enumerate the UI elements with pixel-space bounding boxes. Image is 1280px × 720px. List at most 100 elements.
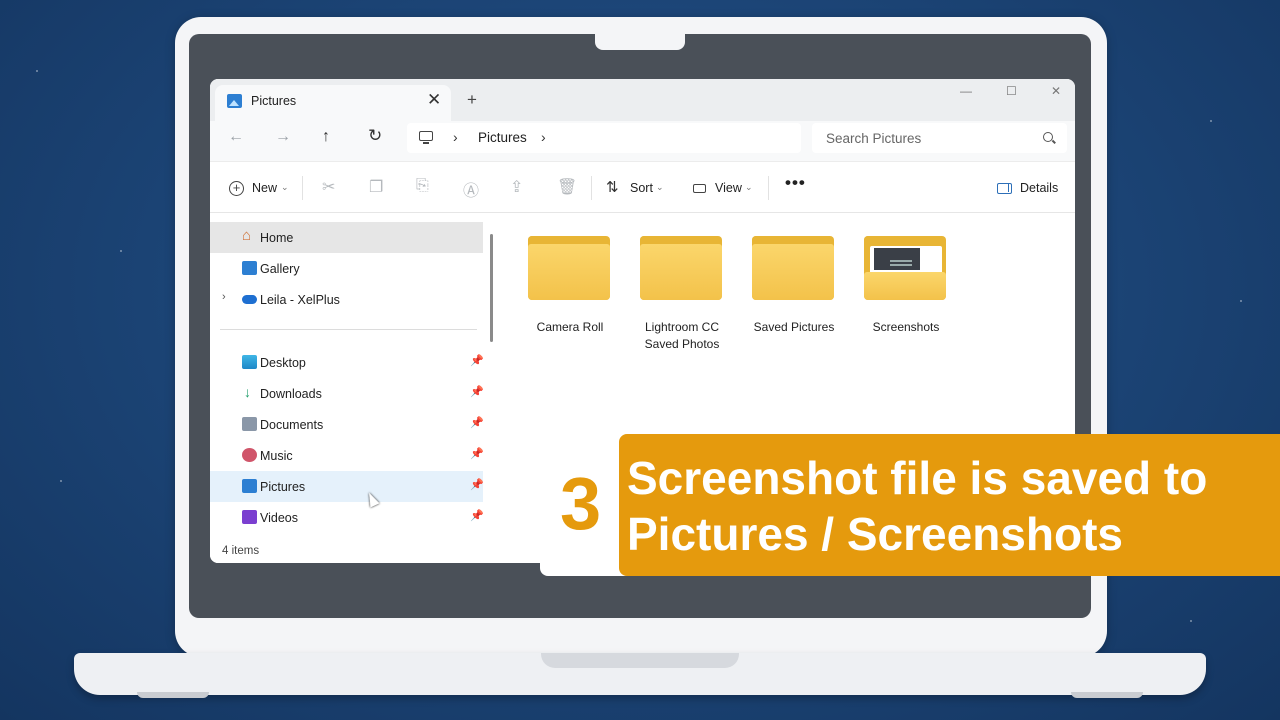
maximize-button[interactable]: ☐ [1006,84,1017,98]
search-input[interactable]: Search Pictures [812,123,1067,153]
sort-icon[interactable]: ⇅ [606,178,619,196]
pictures-icon [242,479,257,493]
documents-icon [242,417,257,431]
folder-name: Screenshots [872,320,940,334]
share-icon[interactable]: ⇪ [510,177,523,197]
sidebar-item-downloads[interactable]: ↓ Downloads 📌 [210,378,484,409]
sidebar-item-videos[interactable]: Videos 📌 [210,502,484,533]
search-placeholder: Search Pictures [826,131,922,146]
sidebar-item-documents[interactable]: Documents 📌 [210,409,484,440]
navigation-pane: ⌂ Home Gallery › Leila - XelPlus Desktop… [210,214,486,563]
folder-name: Camera Roll [536,320,604,334]
caption-line-2: Pictures / Screenshots [627,508,1123,560]
address-field[interactable]: › Pictures › [407,123,801,153]
this-pc-icon [419,131,433,144]
close-window-button[interactable]: ✕ [1051,84,1061,98]
folder-icon-front [752,244,834,300]
folder-name-line: Lightroom CC [644,320,720,334]
folder-icon-front [640,244,722,300]
sidebar-item-desktop[interactable]: Desktop 📌 [210,347,484,378]
sidebar-item-music[interactable]: Music 📌 [210,440,484,471]
breadcrumb-pictures[interactable]: Pictures [478,130,527,145]
chevron-right-icon[interactable]: › [222,291,226,303]
home-icon: ⌂ [242,227,252,244]
star-decoration [36,70,38,72]
chevron-down-icon[interactable]: ⌄ [656,182,664,193]
sidebar-item-label: Leila - XelPlus [260,293,340,307]
minimize-button[interactable]: — [960,84,972,98]
details-button[interactable]: Details [1020,181,1058,195]
delete-icon[interactable]: 🗑 [557,177,577,197]
new-button[interactable]: New [252,181,277,195]
sidebar-scrollbar[interactable] [490,234,493,342]
sidebar-item-label: Gallery [260,262,300,276]
plus-circle-icon[interactable]: + [229,181,244,196]
downloads-icon: ↓ [244,384,251,400]
status-item-count: 4 items [222,545,260,557]
pin-icon[interactable]: 📌 [470,447,484,460]
sidebar-item-label: Documents [260,418,324,432]
pictures-icon [227,94,242,108]
sidebar-item-gallery[interactable]: Gallery [210,253,483,284]
title-bar: Pictures ✕ + — ☐ ✕ [210,79,1075,121]
close-tab-icon[interactable]: ✕ [427,90,441,110]
pin-icon[interactable]: 📌 [470,416,484,429]
new-tab-button[interactable]: + [467,90,477,110]
sidebar-item-pictures[interactable]: Pictures 📌 [210,471,484,502]
desktop-icon [242,355,257,369]
star-decoration [1190,620,1192,622]
gallery-icon [242,261,257,275]
star-decoration [1210,120,1212,122]
laptop-notch [595,34,685,50]
details-pane-icon[interactable] [997,183,1012,194]
folder-icon-front [864,272,946,300]
laptop-foot [1071,692,1143,698]
folder-name: Lightroom CC Saved Photos [620,319,744,353]
sidebar-item-label: Home [260,231,294,245]
folder-icon-front [528,244,610,300]
preview-image [874,248,920,270]
step-number: 3 [560,462,602,545]
sidebar-item-label: Downloads [260,387,322,401]
star-decoration [1240,300,1242,302]
music-icon [242,448,257,462]
sort-button[interactable]: Sort [630,181,653,195]
refresh-button[interactable]: ↻ [368,126,382,146]
view-button[interactable]: View [715,181,742,195]
forward-button[interactable]: → [275,128,291,146]
folder-preview-thumbnail [870,246,942,274]
search-icon [1043,132,1053,142]
chevron-right-icon[interactable]: › [453,129,458,145]
rename-icon[interactable]: Ⓐ [463,177,479,201]
folder-name: Saved Pictures [753,320,835,334]
onedrive-icon [242,295,257,304]
cut-icon[interactable]: ✂ [322,177,335,197]
sidebar-item-onedrive[interactable]: › Leila - XelPlus [210,284,483,315]
pin-icon[interactable]: 📌 [470,354,484,367]
pin-icon[interactable]: 📌 [470,385,484,398]
chevron-down-icon[interactable]: ⌄ [281,182,289,193]
view-icon[interactable] [693,184,706,193]
star-decoration [60,480,62,482]
caption-line-1: Screenshot file is saved to [627,452,1208,504]
up-button[interactable]: ↑ [322,128,330,146]
copy-icon[interactable]: ❐ [369,177,383,197]
star-decoration [120,250,122,252]
more-options-button[interactable]: ••• [785,173,806,193]
tab-title: Pictures [251,94,297,108]
divider [302,176,303,200]
pin-icon[interactable]: 📌 [470,478,484,491]
back-button[interactable]: ← [228,128,244,146]
pin-icon[interactable]: 📌 [470,509,484,522]
laptop-foot [137,692,209,698]
paste-icon[interactable]: ⎘ [416,177,429,195]
videos-icon [242,510,257,524]
chevron-right-icon[interactable]: › [541,129,546,145]
command-bar: + New ⌄ ✂ ❐ ⎘ Ⓐ ⇪ 🗑 ⇅ Sort ⌄ View ⌄ ••• … [210,161,1075,213]
sidebar-item-home[interactable]: ⌂ Home [210,222,483,253]
tab-pictures[interactable]: Pictures ✕ [215,85,451,121]
preview-lines [890,260,912,262]
divider [768,176,769,200]
chevron-down-icon[interactable]: ⌄ [745,182,753,193]
divider [591,176,592,200]
